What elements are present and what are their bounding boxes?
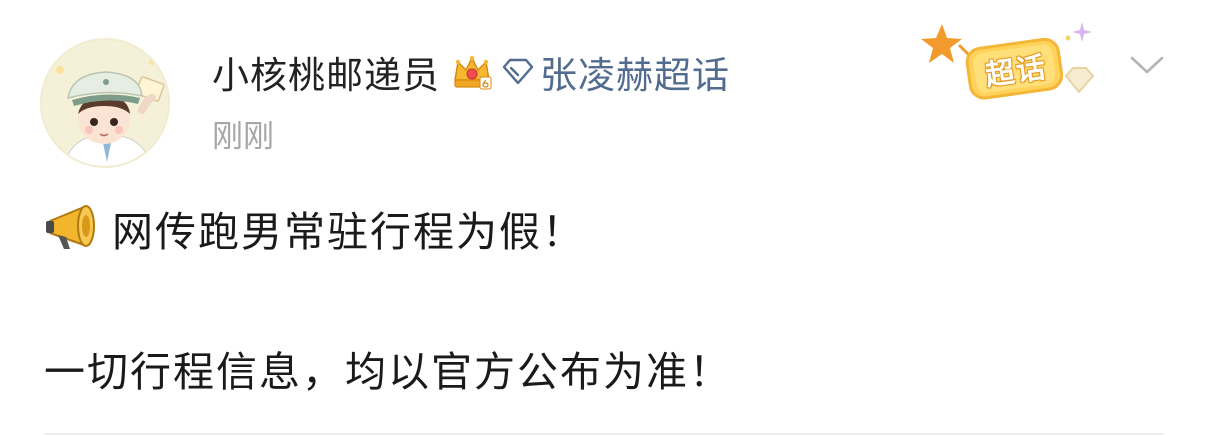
- username-link[interactable]: 小核桃邮递员: [212, 45, 440, 99]
- divider: [44, 433, 1164, 435]
- diamond-icon: [502, 58, 534, 85]
- crown-icon[interactable]: [450, 50, 494, 94]
- post-timestamp: 刚刚: [212, 119, 274, 155]
- supertopic-link[interactable]: 张凌赫超话: [540, 45, 730, 99]
- avatar[interactable]: [40, 38, 170, 168]
- chevron-down-icon[interactable]: [1128, 52, 1166, 78]
- weibo-post-card: 小核桃邮递员 张凌赫超话 刚刚 超话 网传跑男常驻行程为假！ 一切行程信息，均以…: [0, 0, 1206, 436]
- post-header: 小核桃邮递员 张凌赫超话: [212, 44, 730, 100]
- avatar-illustration: [42, 40, 168, 166]
- post-content-line-1: 网传跑男常驻行程为假！: [44, 196, 585, 260]
- post-text-line-2: 一切行程信息，均以官方公布为准！: [44, 348, 732, 396]
- post-text-line-1: 网传跑男常驻行程为假！: [112, 208, 585, 256]
- megaphone-icon: [46, 205, 95, 249]
